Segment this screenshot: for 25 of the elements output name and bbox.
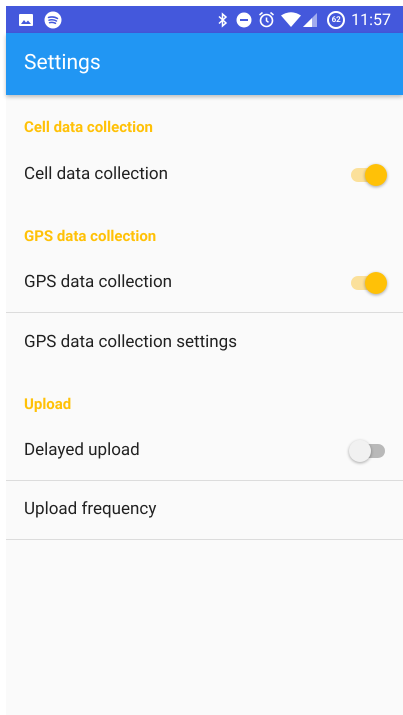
battery-icon: 62 [327, 10, 346, 28]
image-icon [18, 12, 34, 28]
music-app-icon [44, 10, 62, 28]
section-header: Upload [24, 395, 72, 413]
app-title: Settings [24, 50, 101, 78]
setting-label: GPS data collection [24, 271, 174, 294]
toggle-switch[interactable] [349, 164, 387, 186]
setting-label: GPS data collection settings [24, 330, 237, 354]
toggle-switch[interactable] [349, 272, 387, 294]
section-header: GPS data collection [24, 227, 156, 245]
alarm-icon [258, 11, 276, 28]
setting-label: Upload frequency [24, 498, 156, 522]
setting-label: Delayed upload [24, 439, 141, 462]
settings-row[interactable]: Cell data collection [6, 145, 403, 204]
settings-row[interactable]: Delayed upload [6, 422, 403, 481]
settings-row[interactable]: Upload frequency [6, 481, 403, 540]
toggle-switch[interactable] [349, 440, 387, 462]
do-not-disturb-icon [236, 12, 252, 28]
settings-row[interactable]: GPS data collection settings [6, 313, 403, 372]
setting-label: Cell data collection [24, 162, 169, 186]
bluetooth-icon [218, 12, 228, 28]
section-header: Cell data collection [24, 118, 153, 136]
clock-time: 11:57 [351, 8, 391, 30]
signal-icon [303, 12, 318, 26]
settings-row[interactable]: GPS data collection [6, 254, 403, 313]
